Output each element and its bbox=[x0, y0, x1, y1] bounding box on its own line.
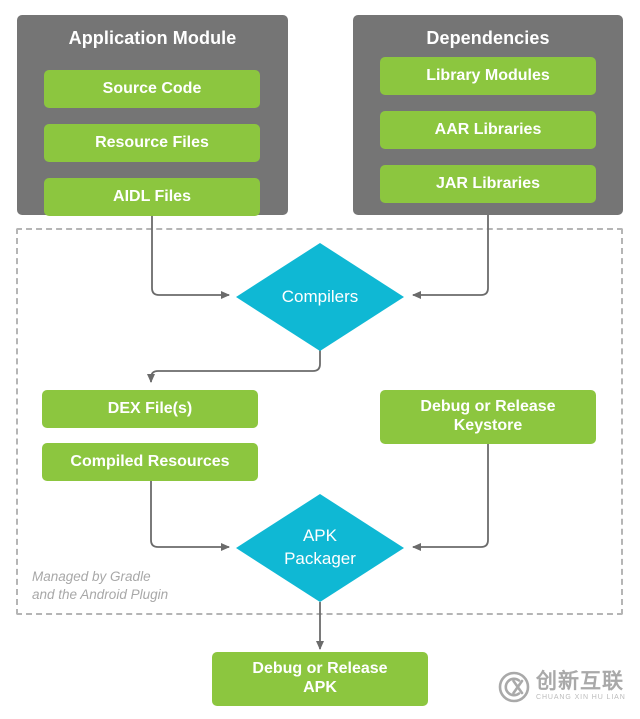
compilers-diamond-shape bbox=[236, 243, 404, 351]
gradle-managed-note: Managed by Gradle and the Android Plugin bbox=[32, 569, 169, 603]
group-title-application-module: Application Module bbox=[68, 28, 237, 48]
node-jar-libraries[interactable]: JAR Libraries bbox=[380, 165, 596, 203]
watermark-text-block: 创新互联 CHUANG XIN HU LIAN bbox=[536, 671, 626, 702]
node-dex-files[interactable]: DEX File(s) bbox=[42, 390, 258, 428]
node-apk-packager[interactable]: APK Packager bbox=[236, 494, 404, 602]
node-output-apk[interactable]: Debug or Release APK bbox=[212, 652, 428, 706]
node-keystore[interactable]: Debug or Release Keystore bbox=[380, 390, 596, 444]
node-aidl-files[interactable]: AIDL Files bbox=[44, 178, 260, 216]
node-resource-files[interactable]: Resource Files bbox=[44, 124, 260, 162]
watermark-pinyin: CHUANG XIN HU LIAN bbox=[536, 694, 626, 702]
node-library-modules[interactable]: Library Modules bbox=[380, 57, 596, 95]
watermark-logo-icon bbox=[498, 671, 530, 703]
node-aar-libraries[interactable]: AAR Libraries bbox=[380, 111, 596, 149]
group-title-dependencies: Dependencies bbox=[426, 28, 550, 48]
watermark: 创新互联 CHUANG XIN HU LIAN bbox=[498, 661, 634, 713]
apk-packager-diamond-shape bbox=[236, 494, 404, 602]
node-compilers[interactable]: Compilers bbox=[236, 243, 404, 351]
watermark-chinese: 创新互联 bbox=[536, 670, 624, 694]
diagram-canvas: Managed by Gradle and the Android Plugin… bbox=[0, 0, 640, 719]
node-compiled-resources[interactable]: Compiled Resources bbox=[42, 443, 258, 481]
group-panel-application-module: Application Module Source Code Resource … bbox=[17, 15, 288, 216]
node-source-code[interactable]: Source Code bbox=[44, 70, 260, 108]
group-panel-dependencies: Dependencies Library Modules AAR Librari… bbox=[353, 15, 623, 215]
